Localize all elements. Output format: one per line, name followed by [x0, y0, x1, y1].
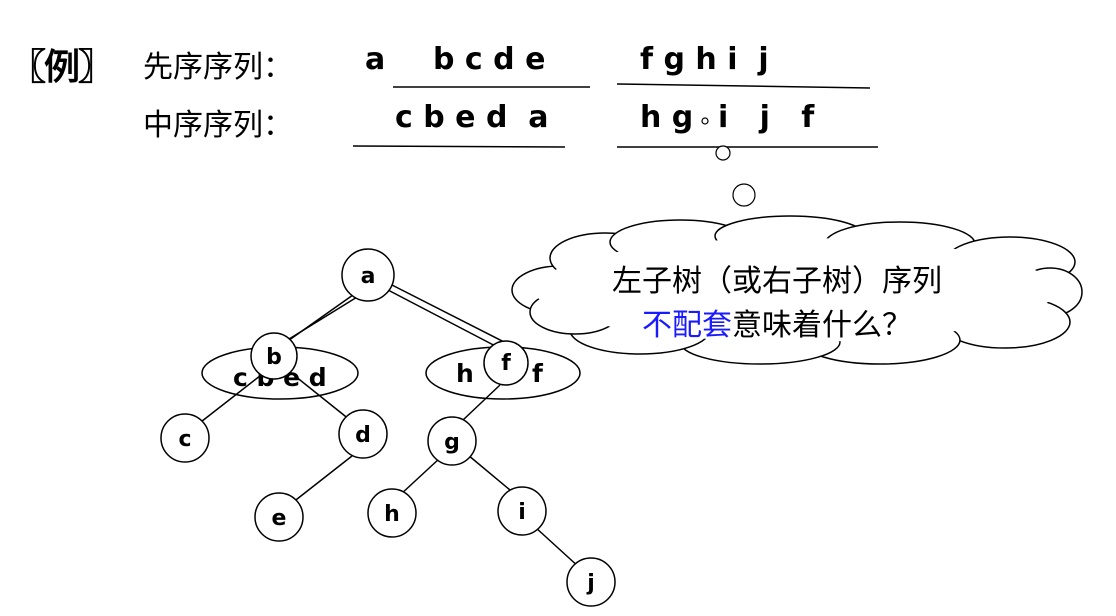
node-j-label: j: [586, 571, 595, 596]
tail-dot-large: [732, 183, 756, 207]
edge-g-i: [467, 454, 511, 491]
inorder-left-underline: [352, 145, 566, 148]
edge-g-h: [399, 457, 441, 496]
node-a-label: a: [361, 264, 376, 289]
edge-i-j: [534, 526, 581, 569]
callout-line1: 左子树（或右子树）序列: [612, 264, 942, 299]
diagram-canvas: 〖例〗 先序序列： a b c d e f g h i j 中序序列： c b …: [0, 0, 1116, 616]
right-group-label-h: h: [456, 359, 474, 388]
node-g-label: g: [444, 430, 460, 455]
preorder-right-underline: [616, 83, 871, 89]
node-d-label: d: [355, 423, 371, 448]
right-group-label-f: f: [532, 359, 544, 388]
node-f-label: f: [501, 351, 511, 376]
edge-b-c: [196, 371, 266, 426]
node-b-label: b: [266, 345, 282, 370]
callout-line2-rest: 意味着什么？: [732, 308, 912, 343]
callout-line2: 不配套意味着什么？: [537, 300, 1017, 344]
sequence-underlines: [352, 83, 878, 148]
edge-f-g: [462, 384, 501, 421]
node-e-label: e: [272, 506, 287, 531]
tail-dot-small: [701, 117, 709, 125]
edge-a-f: [387, 289, 504, 351]
edge-a-f-2: [391, 284, 511, 346]
node-h-label: h: [384, 502, 400, 527]
tail-dot-medium: [715, 145, 731, 161]
edge-d-e: [291, 455, 353, 504]
callout-highlight: 不配套: [642, 308, 732, 343]
node-i-label: i: [518, 500, 526, 525]
thought-bubble-tail: [701, 117, 756, 207]
node-c-label: c: [178, 427, 191, 452]
